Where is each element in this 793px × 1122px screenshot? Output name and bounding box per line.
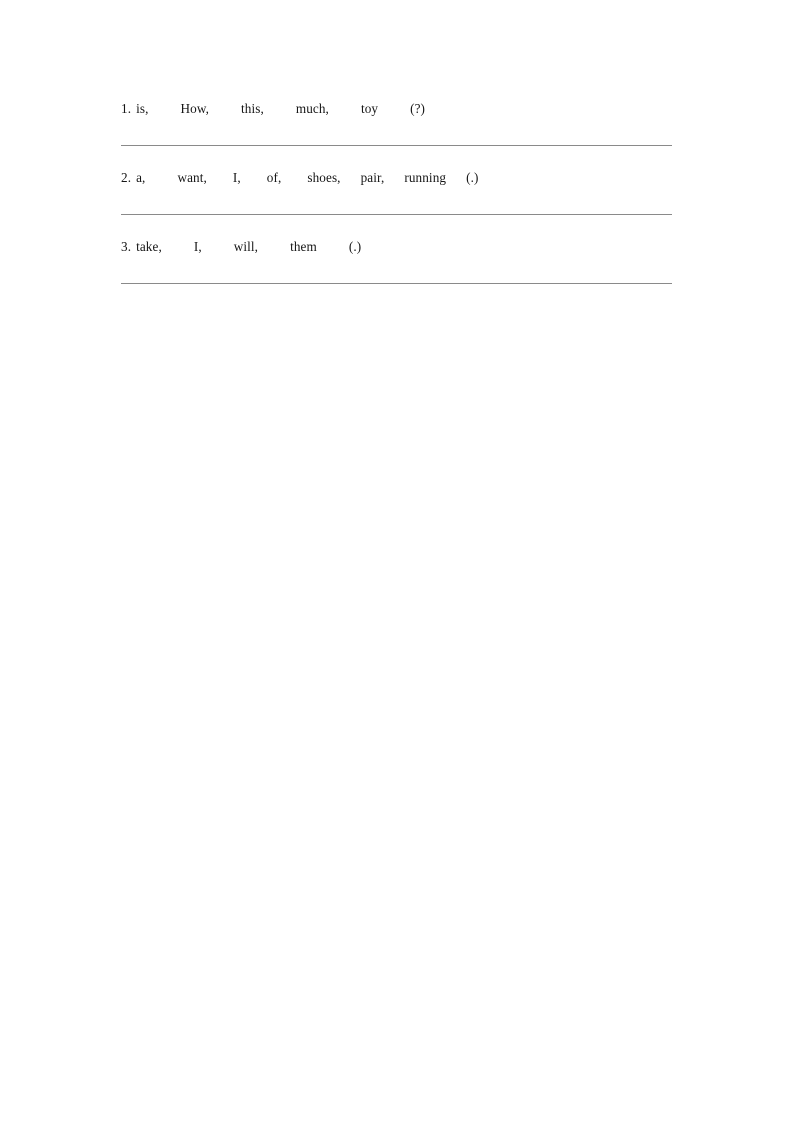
- item-3-word-3: will,: [233, 239, 259, 254]
- item-3-word-4: them: [290, 239, 317, 254]
- item-3-word-2: I,: [193, 239, 202, 254]
- item-2-word-2: want,: [177, 170, 207, 185]
- item-1-word-5: toy: [360, 101, 379, 116]
- item-2-answer-line[interactable]: [121, 214, 672, 215]
- item-1-word-3: this,: [240, 101, 264, 116]
- item-3-answer-line[interactable]: [121, 283, 672, 284]
- item-1-word-2: How,: [180, 101, 209, 116]
- item-2-spacer-top: [121, 191, 672, 214]
- exercise-item-2: 2. a, want, I, of, shoes, pair, running (.): [121, 169, 672, 238]
- item-2-word-3: I,: [232, 170, 241, 185]
- item-2-spacer-bottom: [121, 215, 672, 238]
- item-2-number: 2.: [121, 170, 132, 185]
- item-1-word-4: much,: [295, 101, 329, 116]
- item-3-word-1: take,: [136, 239, 162, 254]
- item-2-text: 2. a, want, I, of, shoes, pair, running (.): [121, 169, 672, 191]
- item-1-spacer-bottom: [121, 146, 672, 169]
- item-2-word-6: pair,: [360, 170, 385, 185]
- item-2-word-4: of,: [266, 170, 282, 185]
- item-1-word-6: (?): [410, 101, 426, 116]
- item-1-spacer-top: [121, 122, 672, 145]
- worksheet-page: 1. is, How, this, much, toy (?) 2. a, want, I, of,…: [0, 0, 793, 1122]
- item-2-word-7: running: [404, 170, 447, 185]
- item-1-word-1: is,: [136, 101, 149, 116]
- item-2-word-8: (.): [466, 170, 479, 185]
- item-3-number: 3.: [121, 239, 132, 254]
- item-2-word-1: a,: [136, 170, 146, 185]
- exercise-item-3: 3. take, I, will, them (.): [121, 238, 672, 284]
- scrambled-sentence-exercise: 1. is, How, this, much, toy (?) 2. a, want, I, of,…: [121, 100, 672, 284]
- item-3-text: 3. take, I, will, them (.): [121, 238, 672, 260]
- item-3-spacer-top: [121, 260, 672, 283]
- exercise-item-1: 1. is, How, this, much, toy (?): [121, 100, 672, 169]
- item-1-text: 1. is, How, this, much, toy (?): [121, 100, 672, 122]
- item-2-word-5: shoes,: [307, 170, 341, 185]
- item-1-answer-line[interactable]: [121, 145, 672, 146]
- item-3-word-5: (.): [348, 239, 362, 254]
- item-1-number: 1.: [121, 101, 132, 116]
